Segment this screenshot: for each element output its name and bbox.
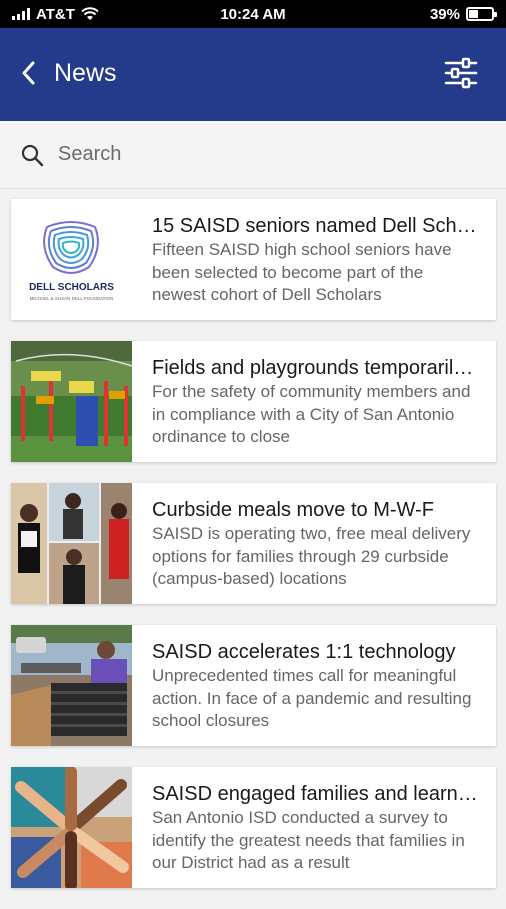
news-card[interactable]: Fields and playgrounds temporarily close… [11,341,496,462]
clock: 10:24 AM [220,5,286,23]
search-icon [21,144,44,166]
news-thumbnail [11,767,132,888]
back-chevron-icon [22,61,35,85]
news-summary: San Antonio ISD conducted a survey to id… [152,808,465,872]
technology-photo [11,625,132,746]
news-thumbnail [11,483,132,604]
battery-icon [466,7,497,21]
svg-text:DELL SCHOLARS: DELL SCHOLARS [29,282,114,293]
status-bar: AT&T 10:24 AM 39% [0,0,506,28]
news-title: Curbside meals move to M-W-F [152,499,434,521]
app-header: News [0,28,506,121]
news-card[interactable]: DELL SCHOLARS MICHAEL & SUSAN DELL FOUND… [11,199,496,320]
back-button[interactable] [14,58,44,88]
search-input[interactable] [58,143,458,166]
families-photo [11,767,132,888]
news-thumbnail [11,625,132,746]
news-title: SAISD accelerates 1:1 technology [152,641,456,663]
news-summary: Unprecedented times call for meaningful … [152,666,472,730]
news-thumbnail [11,341,132,462]
news-card[interactable]: SAISD accelerates 1:1 technology Unprece… [11,625,496,746]
news-list: DELL SCHOLARS MICHAEL & SUSAN DELL FOUND… [11,199,496,909]
news-title: SAISD engaged families and learners [152,783,480,805]
signal-icon [12,8,30,20]
news-card[interactable]: SAISD engaged families and learners San … [11,767,496,888]
search-bar [0,121,506,189]
battery-percent: 39% [429,5,460,23]
carrier-label: AT&T [36,5,75,23]
news-title: Fields and playgrounds temporarily close… [152,357,480,379]
sliders-icon [444,57,478,89]
news-thumbnail: DELL SCHOLARS MICHAEL & SUSAN DELL FOUND… [11,199,132,320]
news-summary: Fifteen SAISD high school seniors have b… [152,240,452,304]
news-summary: For the safety of community members and … [152,382,471,446]
dell-scholars-logo: DELL SCHOLARS MICHAEL & SUSAN DELL FOUND… [29,221,114,301]
page-title: News [54,59,117,87]
wifi-icon [81,7,99,20]
svg-text:MICHAEL & SUSAN DELL FOUNDATIO: MICHAEL & SUSAN DELL FOUNDATION [30,296,114,301]
filter-button[interactable] [444,56,478,90]
news-title: 15 SAISD seniors named Dell Scholars [152,215,480,237]
curbside-meals-photo [11,483,132,604]
news-summary: SAISD is operating two, free meal delive… [152,524,471,588]
playground-photo [11,341,132,462]
news-card[interactable]: Curbside meals move to M-W-F SAISD is op… [11,483,496,604]
